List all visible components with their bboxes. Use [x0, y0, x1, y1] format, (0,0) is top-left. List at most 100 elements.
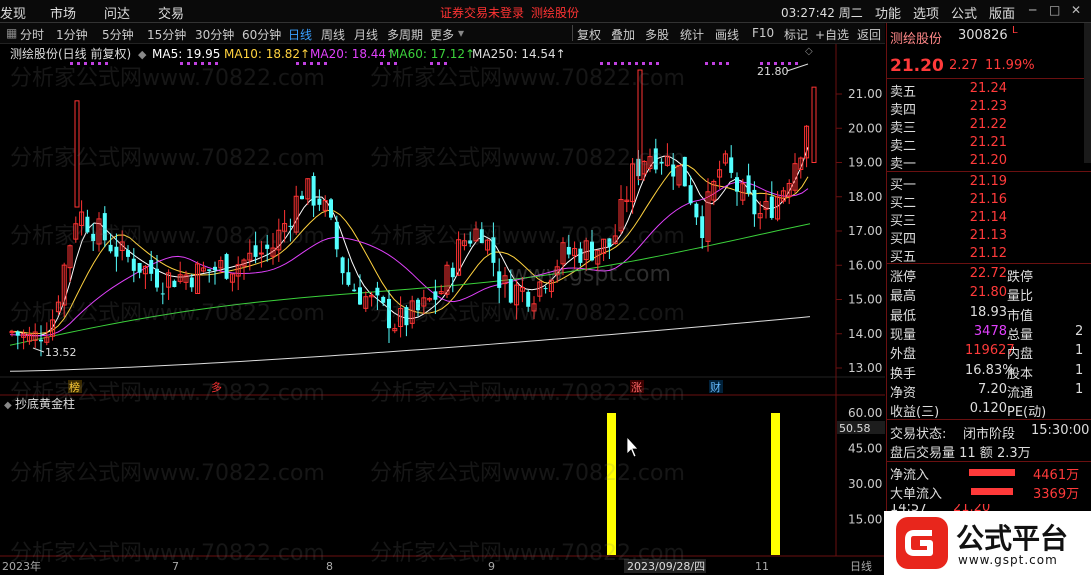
stat-label: 换手	[890, 366, 917, 382]
signal-dot	[394, 62, 397, 65]
stat-value: 0.120	[969, 401, 1007, 417]
btn-back[interactable]: 返回	[857, 26, 881, 43]
maximize-button[interactable]: □	[1049, 3, 1060, 17]
period-multi[interactable]: 多周期	[387, 26, 423, 43]
minimize-button[interactable]: ─	[1029, 3, 1036, 17]
btn-multi-stock[interactable]: 多股	[645, 26, 669, 43]
indicator-current-value: 50.58	[839, 422, 871, 435]
period-5min[interactable]: 5分钟	[102, 26, 134, 43]
period-15min[interactable]: 15分钟	[147, 26, 186, 43]
candle-body-down	[207, 269, 212, 271]
candle-body-down	[137, 263, 142, 273]
candle-body-down	[375, 287, 380, 296]
candle-body-down	[526, 291, 531, 307]
candle-body-down	[416, 299, 420, 311]
bigflow-bar	[971, 488, 1013, 495]
ask-label: 卖五	[890, 85, 917, 100]
btn-overlay[interactable]: 叠加	[611, 26, 635, 43]
menu-function[interactable]: 功能	[875, 3, 901, 22]
candle-body-down	[433, 291, 438, 300]
trade-login-warning[interactable]: 证券交易未登录	[440, 4, 524, 21]
candle-body-down	[468, 240, 473, 244]
quote-row: 涨停 22.72 跌停	[887, 266, 1091, 285]
btn-add-watchlist[interactable]: +自选	[815, 26, 849, 43]
candle-body-down	[172, 280, 177, 288]
menu-discover[interactable]: 发现	[0, 3, 26, 22]
signal-dot	[215, 62, 218, 65]
candle-body-down	[746, 175, 751, 194]
period-60min[interactable]: 60分钟	[242, 26, 281, 43]
ma20-line	[9, 181, 809, 337]
indicator-settings-icon[interactable]: ◆	[4, 400, 12, 411]
stock-link[interactable]: 测绘股份	[531, 4, 579, 21]
menu-market[interactable]: 市场	[50, 3, 76, 22]
more-dropdown-icon[interactable]: ▾	[458, 26, 464, 40]
stat-label: 涨停	[890, 270, 917, 285]
golden-bar-1	[607, 413, 616, 555]
tag-finance[interactable]: 财	[710, 380, 721, 394]
menu-formula[interactable]: 公式	[951, 3, 977, 22]
candle-body-down	[108, 244, 113, 252]
bid-price: 21.12	[969, 246, 1007, 261]
candle-body-down	[694, 203, 699, 218]
candle-body-up	[74, 100, 80, 208]
candle-body-up	[811, 86, 817, 163]
gspt-logo: 公式平台 www.gspt.com	[884, 511, 1091, 575]
btn-restore-rights[interactable]: 复权	[577, 26, 601, 43]
close-button[interactable]: ✕	[1071, 3, 1081, 17]
period-1min[interactable]: 1分钟	[56, 26, 88, 43]
current-price: 21.20	[890, 56, 944, 76]
candle-body-down	[566, 246, 571, 255]
btn-f10[interactable]: F10	[752, 26, 774, 40]
period-daily[interactable]: 日线	[288, 26, 312, 43]
stock-flag: L	[1012, 25, 1018, 36]
bid-price: 21.14	[969, 210, 1007, 225]
ma5-label: MA5: 19.95	[152, 47, 220, 61]
menu-layout[interactable]: 版面	[989, 3, 1015, 22]
quote-row: 买一 21.19	[887, 174, 1091, 193]
stat-value: 18.93	[969, 304, 1007, 320]
period-weekly[interactable]: 周线	[321, 26, 345, 43]
period-monthly[interactable]: 月线	[354, 26, 378, 43]
kline-chart[interactable]: 测绘股份(日线 前复权) ◆ MA5: 19.95 MA10: 18.82↑ M…	[0, 44, 885, 575]
signal-dot	[719, 62, 722, 65]
stat-value: 119627	[965, 343, 1015, 359]
tag-multi[interactable]: 多	[211, 380, 222, 394]
menu-wenda[interactable]: 问达	[104, 3, 130, 22]
bid-price: 21.16	[969, 192, 1007, 207]
candle-body-down	[91, 233, 96, 242]
bigflow-label: 大单流入	[890, 487, 943, 502]
quote-row: 卖二 21.21	[887, 135, 1091, 154]
ask-label: 卖二	[890, 139, 917, 154]
candle-body-down	[114, 246, 119, 257]
period-fenshi[interactable]: 分时	[20, 26, 44, 43]
menu-options[interactable]: 选项	[913, 3, 939, 22]
quote-row: 最高 21.80 量比	[887, 285, 1091, 304]
stat-label-2: 流通	[1007, 385, 1034, 401]
tag-rank[interactable]: 榜	[69, 380, 80, 394]
grid-icon[interactable]: ▦	[6, 26, 17, 40]
btn-statistics[interactable]: 统计	[680, 26, 704, 43]
period-more[interactable]: 更多	[430, 26, 454, 43]
btn-mark[interactable]: 标记	[784, 26, 808, 43]
btn-draw-line[interactable]: 画线	[715, 26, 739, 43]
stat-value-2: 2	[1075, 323, 1084, 339]
signal-dot	[303, 62, 306, 65]
ask-label: 卖一	[890, 157, 917, 172]
tag-limitup[interactable]: 涨	[631, 381, 642, 394]
period-30min[interactable]: 30分钟	[195, 26, 234, 43]
stock-code: 300826	[958, 28, 1008, 43]
ma250-line	[9, 316, 811, 372]
settings-icon[interactable]: ◆	[138, 48, 147, 61]
candle-body-down	[85, 216, 90, 233]
signal-dot	[600, 62, 603, 65]
menu-trade[interactable]: 交易	[158, 3, 184, 22]
bid-price: 21.13	[969, 228, 1007, 243]
netflow-value: 4461万	[1033, 468, 1080, 483]
candle-body-down	[700, 216, 705, 239]
candle-body-down	[102, 213, 107, 241]
stat-label: 现量	[890, 327, 917, 343]
ask-price: 21.21	[969, 135, 1007, 150]
candle-body-down	[671, 164, 676, 177]
ma60-line	[9, 223, 811, 346]
